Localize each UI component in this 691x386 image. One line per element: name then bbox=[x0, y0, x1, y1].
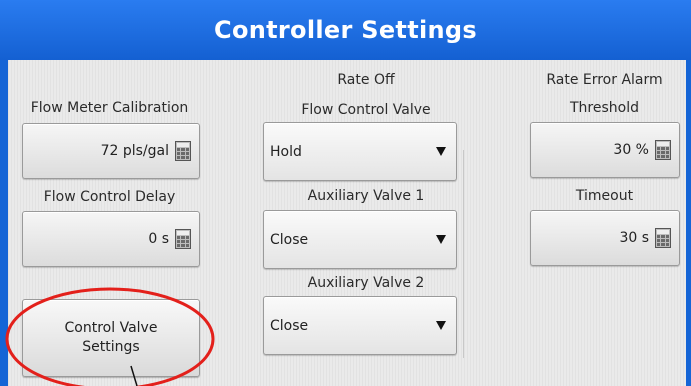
flow-control-valve-dropdown[interactable]: Hold bbox=[263, 122, 457, 181]
control-valve-settings-label-line1: Control Valve bbox=[64, 320, 158, 336]
triangle-down-icon bbox=[436, 235, 446, 244]
auxiliary-valve-1-label: Auxiliary Valve 1 bbox=[307, 188, 425, 204]
control-valve-settings-button[interactable]: Control Valve Settings bbox=[22, 299, 200, 377]
column-divider bbox=[463, 150, 464, 358]
flow-control-delay-value: 0 s bbox=[148, 231, 169, 247]
calculator-icon bbox=[175, 229, 191, 249]
threshold-field[interactable]: 30 % bbox=[530, 122, 680, 178]
triangle-down-icon bbox=[436, 147, 446, 156]
settings-panel: Flow Meter Calibration 72 pls/gal Flow C… bbox=[8, 60, 686, 386]
auxiliary-valve-1-dropdown[interactable]: Close bbox=[263, 210, 457, 269]
auxiliary-valve-2-value: Close bbox=[270, 317, 309, 334]
flow-control-valve-value: Hold bbox=[270, 143, 302, 160]
flow-meter-calibration-value: 72 pls/gal bbox=[100, 143, 169, 159]
timeout-value: 30 s bbox=[619, 230, 649, 246]
auxiliary-valve-1-value: Close bbox=[270, 231, 309, 248]
calculator-icon bbox=[655, 140, 671, 160]
calculator-icon bbox=[175, 141, 191, 161]
rate-error-alarm-heading: Rate Error Alarm bbox=[546, 72, 663, 88]
threshold-value: 30 % bbox=[613, 142, 649, 158]
auxiliary-valve-2-label: Auxiliary Valve 2 bbox=[307, 275, 425, 291]
flow-control-valve-label: Flow Control Valve bbox=[301, 102, 431, 118]
page-title: Controller Settings bbox=[0, 0, 691, 60]
timeout-field[interactable]: 30 s bbox=[530, 210, 680, 266]
control-valve-settings-label-line2: Settings bbox=[82, 339, 140, 355]
rate-off-heading: Rate Off bbox=[337, 72, 395, 88]
auxiliary-valve-2-dropdown[interactable]: Close bbox=[263, 296, 457, 355]
flow-meter-calibration-field[interactable]: 72 pls/gal bbox=[22, 123, 200, 179]
flow-control-delay-field[interactable]: 0 s bbox=[22, 211, 200, 267]
flow-control-delay-label: Flow Control Delay bbox=[43, 189, 176, 205]
calculator-icon bbox=[655, 228, 671, 248]
timeout-label: Timeout bbox=[575, 188, 634, 204]
triangle-down-icon bbox=[436, 321, 446, 330]
threshold-label: Threshold bbox=[570, 100, 639, 116]
flow-meter-calibration-label: Flow Meter Calibration bbox=[30, 100, 189, 116]
